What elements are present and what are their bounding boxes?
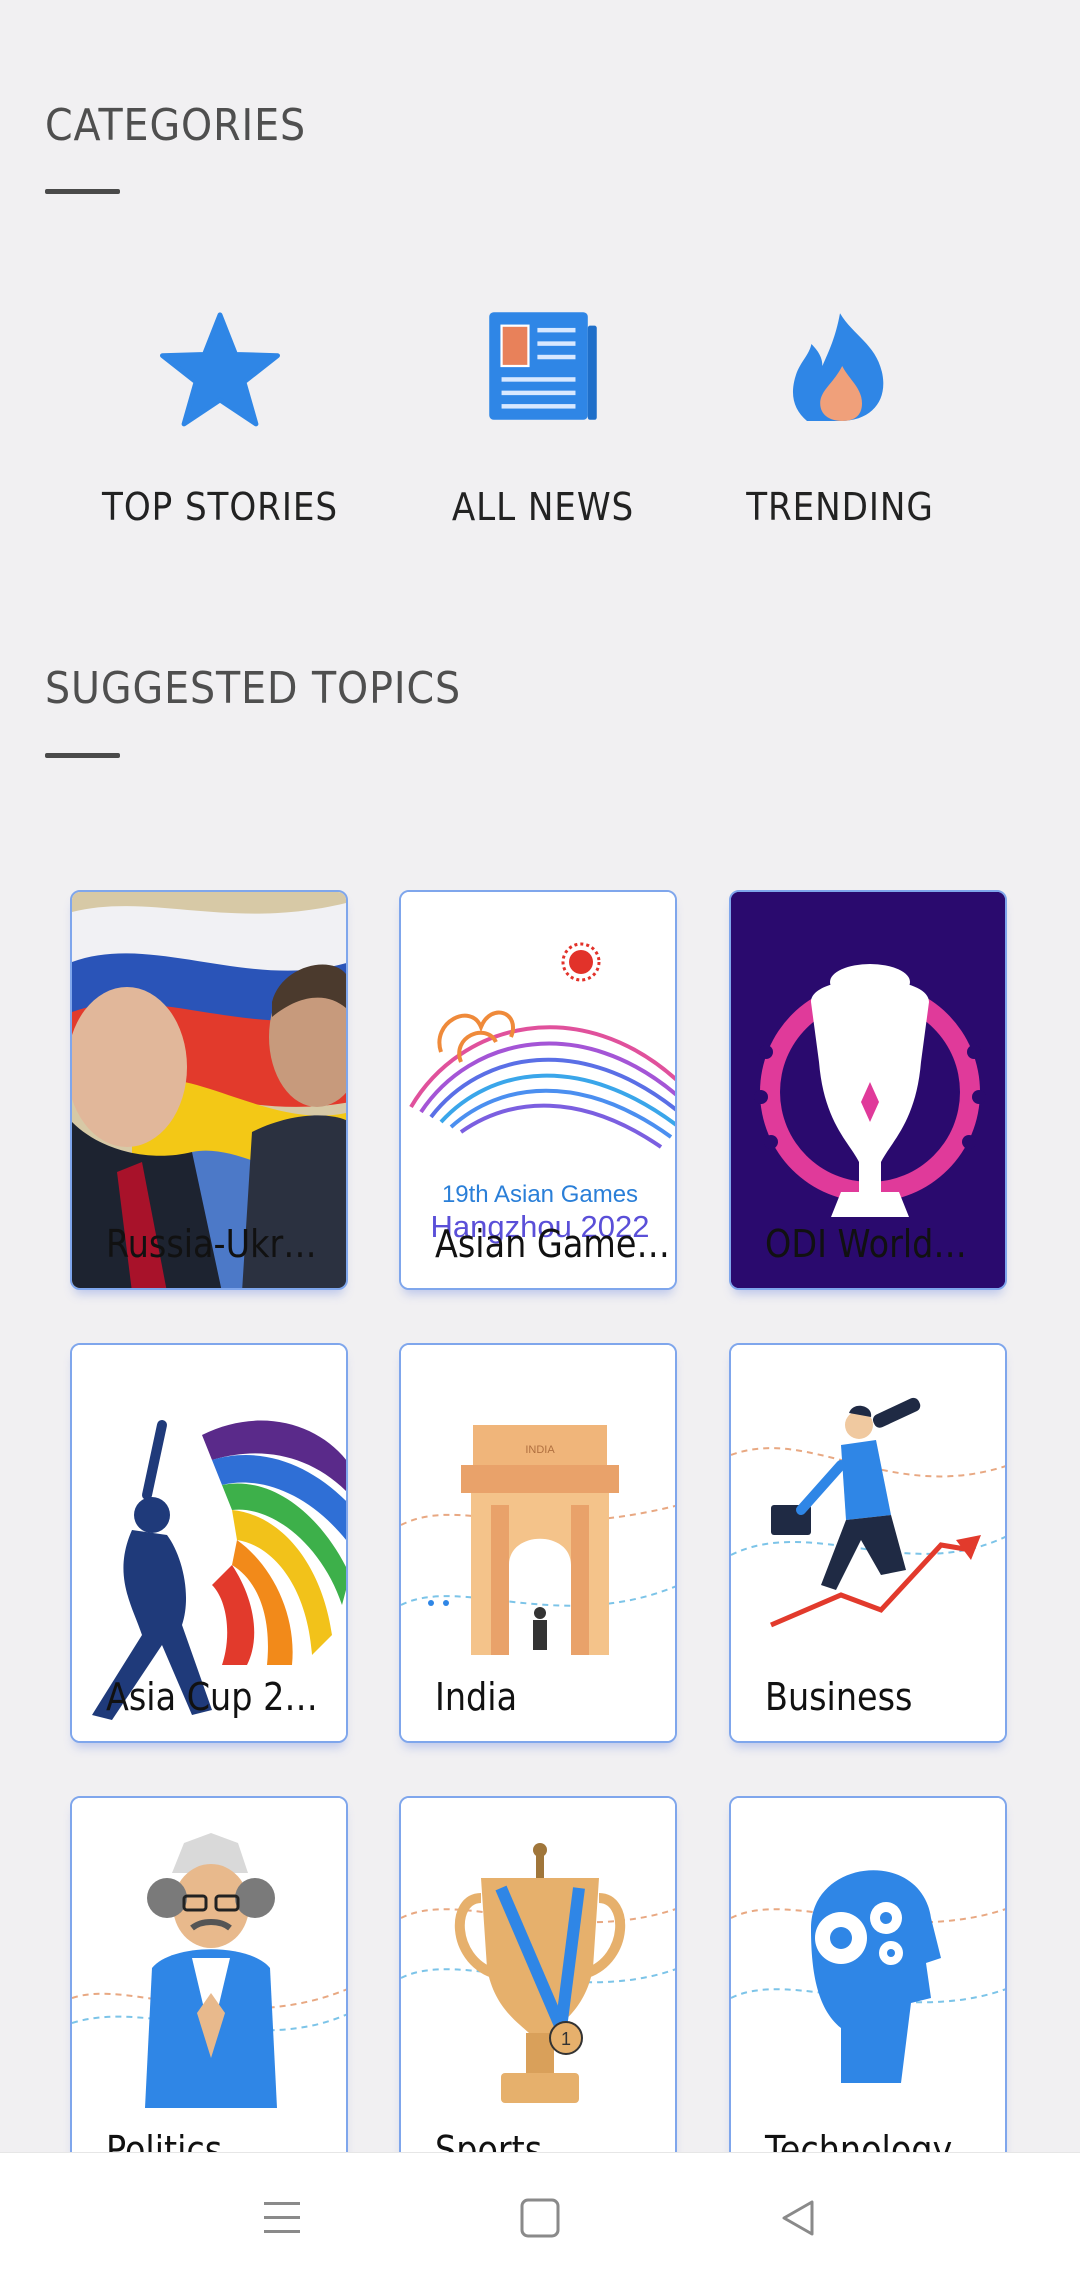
topic-card-asian-games[interactable]: 19th Asian Games Hangzhou 2022 Asian Gam… [399, 890, 677, 1290]
suggested-topics-title: SUGGESTED TOPICS [45, 663, 462, 714]
topic-card-business[interactable]: Business [729, 1343, 1007, 1743]
svg-text:19th Asian Games: 19th Asian Games [442, 1181, 638, 1208]
categories-underline [45, 189, 120, 194]
menu-icon [264, 2202, 300, 2233]
topic-card-india[interactable]: INDIA India [399, 1343, 677, 1743]
categories-title: CATEGORIES [45, 100, 307, 151]
category-label: ALL NEWS [451, 485, 635, 529]
system-navigation-bar [0, 2152, 1080, 2283]
topic-card-politics[interactable]: Politics [70, 1796, 348, 2196]
topic-card-technology[interactable]: Technology [729, 1796, 1007, 2196]
svg-text:1: 1 [561, 2029, 571, 2049]
topic-label: ODI World… [765, 1222, 967, 1266]
back-button[interactable] [768, 2188, 828, 2248]
category-label: TOP STORIES [102, 485, 338, 529]
category-trending[interactable]: TRENDING [690, 310, 990, 570]
back-triangle-icon [782, 2200, 814, 2236]
category-top-stories[interactable]: TOP STORIES [70, 310, 370, 570]
topic-card-sports[interactable]: 1 Sports [399, 1796, 677, 2196]
svg-text:INDIA: INDIA [525, 1444, 555, 1456]
menu-button[interactable] [252, 2188, 312, 2248]
topic-label: India [435, 1675, 518, 1719]
suggested-topics-underline [45, 753, 120, 758]
topic-label: Russia-Ukr… [106, 1222, 317, 1266]
topic-label: Business [765, 1675, 913, 1719]
topic-label: Asia Cup 2… [106, 1675, 318, 1719]
category-label: TRENDING [746, 485, 934, 529]
topic-card-asia-cup[interactable]: Asia Cup 2… [70, 1343, 348, 1743]
home-square-icon [520, 2198, 560, 2238]
topic-card-odi-world-cup[interactable]: ODI World… [729, 890, 1007, 1290]
topic-card-russia-ukraine[interactable]: Russia-Ukr… [70, 890, 348, 1290]
home-button[interactable] [510, 2188, 570, 2248]
category-all-news[interactable]: ALL NEWS [393, 310, 693, 570]
newspaper-icon [489, 312, 597, 420]
star-icon [160, 312, 280, 427]
flame-icon [792, 313, 884, 421]
topic-label: Asian Game… [435, 1222, 670, 1266]
